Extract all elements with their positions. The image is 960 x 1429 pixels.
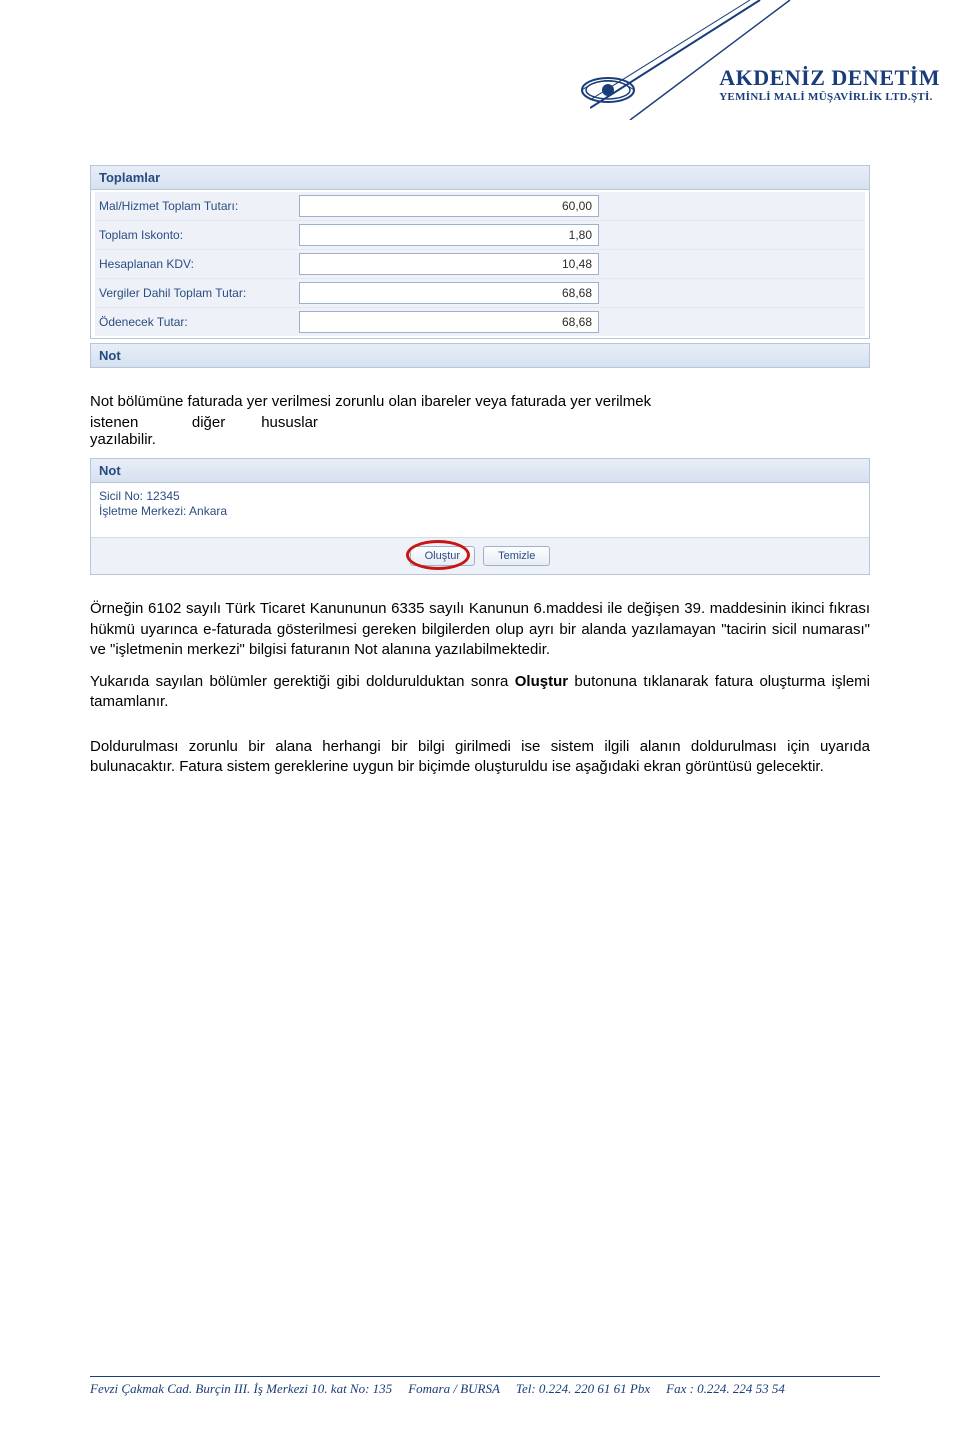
footer-tel: Tel: 0.224. 220 61 61 Pbx [516,1381,650,1397]
para1-left1: istenen [90,414,138,431]
paragraph-not-description: Not bölümüne faturada yer verilmesi zoru… [90,392,870,412]
row-hesaplanan-kdv: Hesaplanan KDV: [95,250,865,279]
page-footer: Fevzi Çakmak Cad. Burçin III. İş Merkezi… [90,1376,880,1397]
para1-mid: diğer [192,414,225,448]
label-odenecek-tutar: Ödenecek Tutar: [99,315,299,329]
footer-address: Fevzi Çakmak Cad. Burçin III. İş Merkezi… [90,1381,392,1397]
label-mal-hizmet-toplam: Mal/Hizmet Toplam Tutarı: [99,199,299,213]
footer-city: Fomara / BURSA [408,1381,500,1397]
row-vergiler-dahil-toplam: Vergiler Dahil Toplam Tutar: [95,279,865,308]
note-entry-title: Not [91,459,869,483]
row-toplam-iskonto: Toplam Iskonto: [95,221,865,250]
paragraph-validation: Doldurulması zorunlu bir alana herhangi … [90,737,870,778]
create-button[interactable]: Oluştur [410,546,475,566]
para1-right: hususlar [261,414,318,448]
row-odenecek-tutar: Ödenecek Tutar: [95,308,865,336]
company-subtitle: YEMİNLİ MALİ MÜŞAVİRLİK LTD.ŞTİ. [719,91,940,103]
button-row: Oluştur Temizle [91,537,869,574]
input-mal-hizmet-toplam[interactable] [299,195,599,217]
para1-left2: yazılabilir. [90,431,156,448]
input-hesaplanan-kdv[interactable] [299,253,599,275]
input-vergiler-dahil-toplam[interactable] [299,282,599,304]
paragraph-example-6102: Örneğin 6102 sayılı Türk Ticaret Kanunun… [90,599,870,660]
note-textarea[interactable]: Sicil No: 12345 İşletme Merkezi: Ankara [91,483,869,537]
input-odenecek-tutar[interactable] [299,311,599,333]
para1-line1: Not bölümüne faturada yer verilmesi zoru… [90,393,651,410]
footer-fax: Fax : 0.224. 224 53 54 [666,1381,785,1397]
totals-panel: Toplamlar Mal/Hizmet Toplam Tutarı: Topl… [90,165,870,339]
label-toplam-iskonto: Toplam Iskonto: [99,228,299,242]
company-header: AKDENİZ DENETİM YEMİNLİ MALİ MÜŞAVİRLİK … [590,0,960,120]
label-vergiler-dahil-toplam: Vergiler Dahil Toplam Tutar: [99,286,299,300]
label-hesaplanan-kdv: Hesaplanan KDV: [99,257,299,271]
totals-panel-title: Toplamlar [91,166,869,190]
row-mal-hizmet-toplam: Mal/Hizmet Toplam Tutarı: [95,192,865,221]
input-toplam-iskonto[interactable] [299,224,599,246]
note-line-isletme: İşletme Merkezi: Ankara [99,504,861,519]
para3-a: Yukarıda sayılan bölümler gerektiği gibi… [90,673,515,690]
note-line-sicil: Sicil No: 12345 [99,489,861,504]
not-panel-1-title: Not [91,344,869,367]
note-entry-panel: Not Sicil No: 12345 İşletme Merkezi: Ank… [90,458,870,575]
para3-bold: Oluştur [515,673,568,690]
eye-logo-icon [580,75,636,105]
not-panel-1: Not [90,343,870,368]
para1-wrapped-line: istenen yazılabilir. diğer hususlar [90,414,870,448]
paragraph-olustur: Yukarıda sayılan bölümler gerektiği gibi… [90,672,870,713]
company-title: AKDENİZ DENETİM [719,65,940,91]
clear-button[interactable]: Temizle [483,546,550,566]
